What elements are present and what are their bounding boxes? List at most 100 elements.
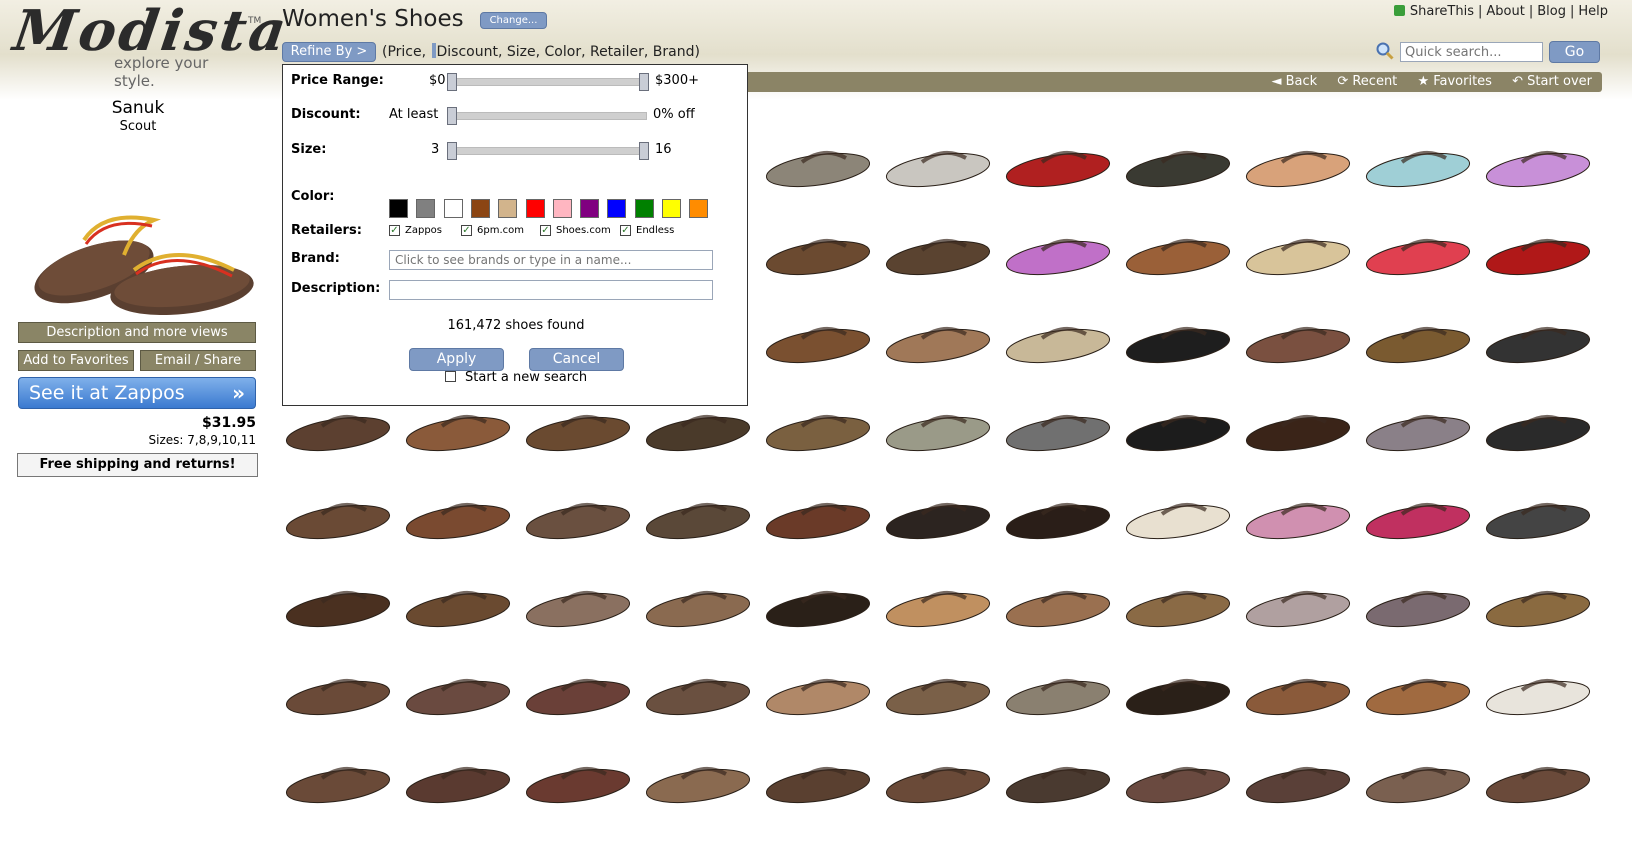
shoe-thumbnail[interactable] <box>1122 212 1234 292</box>
color-swatch[interactable] <box>525 199 545 218</box>
shoe-thumbnail[interactable] <box>1002 300 1114 380</box>
apply-button[interactable]: Apply <box>409 348 504 371</box>
product-image[interactable] <box>14 200 264 320</box>
shoe-thumbnail[interactable] <box>882 124 994 204</box>
shoe-thumbnail[interactable] <box>282 740 394 820</box>
color-swatch[interactable] <box>470 199 490 218</box>
sharethis-link[interactable]: ShareThis <box>1410 4 1474 19</box>
add-to-favorites-button[interactable]: Add to Favorites <box>18 350 134 371</box>
cancel-button[interactable]: Cancel <box>529 348 624 371</box>
shoe-thumbnail[interactable] <box>642 652 754 732</box>
blog-link[interactable]: Blog <box>1537 4 1566 19</box>
change-category-button[interactable]: Change... <box>480 12 547 29</box>
shoe-thumbnail[interactable] <box>882 740 994 820</box>
shoe-thumbnail[interactable] <box>762 476 874 556</box>
shoe-thumbnail[interactable] <box>1242 564 1354 644</box>
size-max-handle[interactable] <box>639 142 649 160</box>
size-slider-track[interactable] <box>447 147 647 155</box>
shoe-thumbnail[interactable] <box>1482 124 1594 204</box>
shoe-thumbnail[interactable] <box>402 476 514 556</box>
color-swatch[interactable] <box>416 199 436 218</box>
shoe-thumbnail[interactable] <box>1122 652 1234 732</box>
shoe-thumbnail[interactable] <box>1362 564 1474 644</box>
retailer-checkbox[interactable]: ✓ <box>620 225 631 236</box>
shoe-thumbnail[interactable] <box>1122 300 1234 380</box>
shoe-thumbnail[interactable] <box>1242 212 1354 292</box>
color-swatch[interactable] <box>662 199 681 218</box>
shoe-thumbnail[interactable] <box>1482 740 1594 820</box>
color-swatch[interactable] <box>689 199 709 218</box>
shoe-thumbnail[interactable] <box>1002 476 1114 556</box>
shoe-thumbnail[interactable] <box>1482 212 1594 292</box>
shoe-thumbnail[interactable] <box>522 740 634 820</box>
about-link[interactable]: About <box>1486 4 1524 19</box>
shoe-thumbnail[interactable] <box>762 740 874 820</box>
color-swatch[interactable] <box>552 199 572 218</box>
recent-link[interactable]: ⟳ Recent <box>1337 74 1397 89</box>
shoe-thumbnail[interactable] <box>1362 388 1474 468</box>
see-it-at-zappos-button[interactable]: See it at Zappos » <box>18 377 256 409</box>
new-search-checkbox[interactable] <box>445 371 456 382</box>
shoe-thumbnail[interactable] <box>1122 124 1234 204</box>
discount-slider-track[interactable] <box>447 112 647 120</box>
shoe-thumbnail[interactable] <box>762 212 874 292</box>
shoe-thumbnail[interactable] <box>762 388 874 468</box>
shoe-thumbnail[interactable] <box>882 564 994 644</box>
shoe-thumbnail[interactable] <box>882 476 994 556</box>
quick-search-input[interactable] <box>1400 42 1543 62</box>
go-button[interactable]: Go <box>1549 41 1600 63</box>
shoe-thumbnail[interactable] <box>642 740 754 820</box>
shoe-thumbnail[interactable] <box>642 564 754 644</box>
refine-by-button[interactable]: Refine By > <box>282 42 376 62</box>
email-share-button[interactable]: Email / Share <box>140 350 256 371</box>
shoe-thumbnail[interactable] <box>402 652 514 732</box>
shoe-thumbnail[interactable] <box>402 564 514 644</box>
shoe-thumbnail[interactable] <box>1242 476 1354 556</box>
shoe-thumbnail[interactable] <box>762 564 874 644</box>
price-max-handle[interactable] <box>639 73 649 91</box>
shoe-thumbnail[interactable] <box>1002 388 1114 468</box>
shoe-thumbnail[interactable] <box>1482 300 1594 380</box>
modista-logo[interactable]: Modista TM explore your style. <box>9 0 293 90</box>
price-min-handle[interactable] <box>447 73 457 91</box>
favorites-link[interactable]: ★ Favorites <box>1417 74 1492 89</box>
color-swatch[interactable] <box>498 199 518 218</box>
shoe-thumbnail[interactable] <box>1362 740 1474 820</box>
shoe-thumbnail[interactable] <box>1362 124 1474 204</box>
retailer-checkbox[interactable]: ✓ <box>540 225 551 236</box>
shoe-thumbnail[interactable] <box>402 740 514 820</box>
shoe-thumbnail[interactable] <box>1242 740 1354 820</box>
shoe-thumbnail[interactable] <box>522 652 634 732</box>
shoe-thumbnail[interactable] <box>282 564 394 644</box>
shoe-thumbnail[interactable] <box>282 476 394 556</box>
description-button[interactable]: Description and more views <box>18 322 256 343</box>
shoe-thumbnail[interactable] <box>1362 300 1474 380</box>
price-slider-track[interactable] <box>447 78 647 86</box>
shoe-thumbnail[interactable] <box>1482 476 1594 556</box>
shoe-thumbnail[interactable] <box>1242 388 1354 468</box>
brand-input[interactable] <box>389 250 713 270</box>
shoe-thumbnail[interactable] <box>882 388 994 468</box>
shoe-thumbnail[interactable] <box>882 212 994 292</box>
shoe-thumbnail[interactable] <box>1122 388 1234 468</box>
shoe-thumbnail[interactable] <box>1002 652 1114 732</box>
back-link[interactable]: ◄ Back <box>1271 74 1317 89</box>
shoe-thumbnail[interactable] <box>1002 212 1114 292</box>
shoe-thumbnail[interactable] <box>1482 652 1594 732</box>
description-input[interactable] <box>389 280 713 300</box>
shoe-thumbnail[interactable] <box>642 476 754 556</box>
color-swatch[interactable] <box>443 199 463 218</box>
retailer-checkbox[interactable]: ✓ <box>389 225 400 236</box>
shoe-thumbnail[interactable] <box>1362 476 1474 556</box>
shoe-thumbnail[interactable] <box>882 300 994 380</box>
shoe-thumbnail[interactable] <box>762 652 874 732</box>
shoe-thumbnail[interactable] <box>1242 124 1354 204</box>
shoe-thumbnail[interactable] <box>1122 740 1234 820</box>
shoe-thumbnail[interactable] <box>282 652 394 732</box>
shoe-thumbnail[interactable] <box>1362 212 1474 292</box>
help-link[interactable]: Help <box>1578 4 1608 19</box>
shoe-thumbnail[interactable] <box>1482 564 1594 644</box>
shoe-thumbnail[interactable] <box>762 124 874 204</box>
size-min-handle[interactable] <box>447 142 457 160</box>
shoe-thumbnail[interactable] <box>1122 476 1234 556</box>
